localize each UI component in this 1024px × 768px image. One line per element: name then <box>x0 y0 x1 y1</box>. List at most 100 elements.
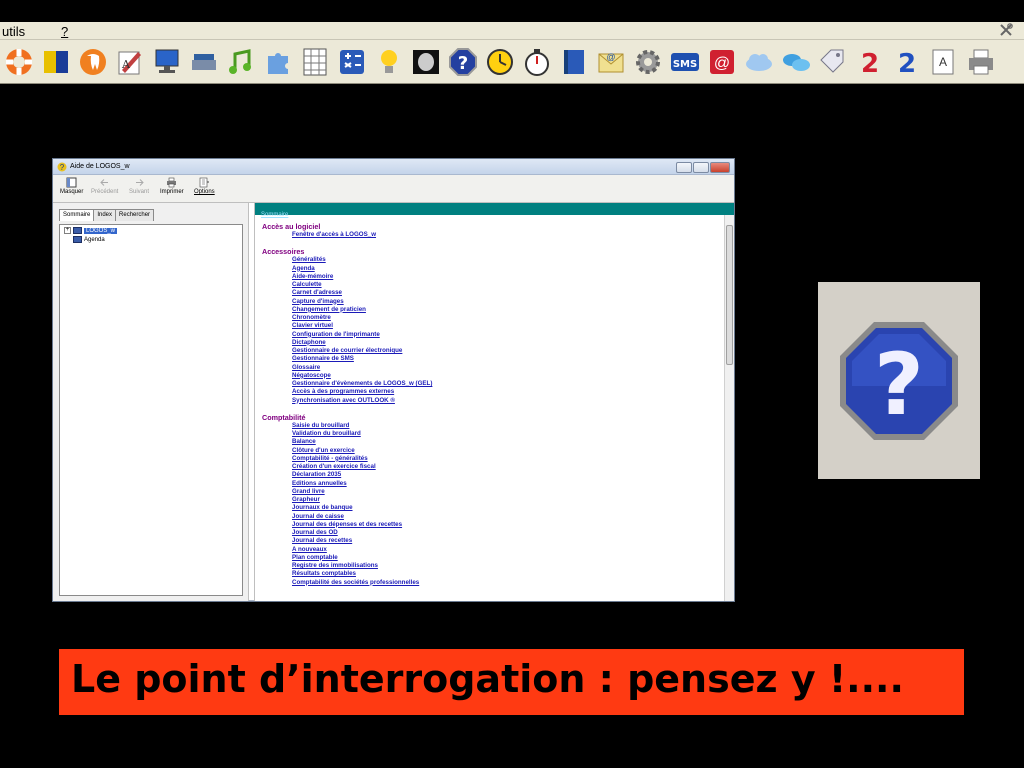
svg-text:?: ? <box>874 335 924 435</box>
topic-link[interactable]: Clavier virtuel <box>262 322 725 330</box>
topic-link[interactable]: Grapheur <box>262 496 725 504</box>
back-arrow-icon <box>100 179 109 186</box>
topic-link[interactable]: Saisie du brouillard <box>262 422 725 430</box>
topic-link[interactable]: Résultats comptables <box>262 570 725 578</box>
help-octagon-icon[interactable]: ? <box>446 44 479 80</box>
printer-icon[interactable] <box>964 44 997 80</box>
tab-search[interactable]: Rechercher <box>115 209 155 221</box>
app-menubar: utils ? <box>0 22 1024 40</box>
email-icon[interactable]: @ <box>594 44 627 80</box>
chat-bubbles-icon[interactable] <box>779 44 812 80</box>
topic-link[interactable]: Négatoscope <box>262 372 725 380</box>
scrollbar-thumb[interactable] <box>726 225 733 365</box>
svg-text:?: ? <box>60 163 65 172</box>
caption-text: Le point d’interrogation : pensez y !...… <box>71 657 904 701</box>
topic-link[interactable]: Comptabilité des sociétés professionnell… <box>262 579 725 587</box>
stopwatch-icon[interactable] <box>520 44 553 80</box>
expand-icon[interactable]: + <box>64 227 71 234</box>
svg-text:@: @ <box>606 52 615 62</box>
topic-link[interactable]: Grand livre <box>262 488 725 496</box>
scanner-icon[interactable] <box>187 44 220 80</box>
topic-link[interactable]: Fenêtre d'accès à LOGOS_w <box>262 231 725 239</box>
help-octagon-icon: ? <box>840 321 958 440</box>
tooth-icon[interactable] <box>76 44 109 80</box>
tools-close-icon[interactable] <box>998 22 1014 38</box>
maximize-button[interactable] <box>693 162 709 173</box>
print-button[interactable]: Imprimer <box>160 177 184 195</box>
topic-link[interactable]: Journal des OD <box>262 529 725 537</box>
lightbulb-icon[interactable] <box>372 44 405 80</box>
red-2-icon[interactable]: 2 <box>853 44 886 80</box>
sms-icon[interactable]: SMS <box>668 44 701 80</box>
topic-link[interactable]: Journaux de banque <box>262 504 725 512</box>
tab-index[interactable]: Index <box>93 209 117 221</box>
svg-text:A: A <box>121 58 131 71</box>
topic-link[interactable]: Journal de caisse <box>262 513 725 521</box>
topic-link[interactable]: Agenda <box>262 265 725 273</box>
topic-link[interactable]: Configuration de l'imprimante <box>262 331 725 339</box>
svg-text:A: A <box>938 55 946 69</box>
nav-tabs: Sommaire Index Rechercher <box>59 209 155 221</box>
tree-node-logos[interactable]: + LOGOS_w <box>64 227 118 234</box>
clock-icon[interactable] <box>483 44 516 80</box>
tree-node-agenda[interactable]: Agenda <box>73 236 105 243</box>
topic-link[interactable]: Carnet d'adresse <box>262 289 725 297</box>
music-note-icon[interactable] <box>224 44 257 80</box>
topic-link[interactable]: Création d'un exercice fiscal <box>262 463 725 471</box>
hide-pane-icon <box>66 177 77 188</box>
topic-link[interactable]: Plan comptable <box>262 554 725 562</box>
menu-outils[interactable]: utils <box>2 24 25 39</box>
lifebuoy-icon[interactable] <box>2 44 35 80</box>
topic-link[interactable]: Gestionnaire d'évènements de LOGOS_w (GE… <box>262 380 725 388</box>
forward-button[interactable]: Suivant <box>129 177 149 195</box>
hide-button[interactable]: Masquer <box>60 177 83 195</box>
topic-link[interactable]: Journal des dépenses et des recettes <box>262 521 725 529</box>
topic-link[interactable]: Journal des recettes <box>262 537 725 545</box>
tag-icon[interactable] <box>816 44 849 80</box>
topic-link[interactable]: Gestionnaire de courrier électronique <box>262 347 725 355</box>
topic-link[interactable]: Gestionnaire de SMS <box>262 355 725 363</box>
monitor-user-icon[interactable] <box>150 44 183 80</box>
topic-link[interactable]: Calculette <box>262 281 725 289</box>
letter-a-icon[interactable]: A <box>927 44 960 80</box>
back-button[interactable]: Précédent <box>91 177 118 195</box>
puzzle-icon[interactable] <box>261 44 294 80</box>
xray-icon[interactable] <box>409 44 442 80</box>
pen-doc-icon[interactable]: A <box>113 44 146 80</box>
topic-link[interactable]: Changement de praticien <box>262 306 725 314</box>
close-button[interactable] <box>710 162 730 173</box>
menu-help[interactable]: ? <box>61 24 68 39</box>
forward-arrow-icon <box>135 179 144 186</box>
topic-scrollbar[interactable] <box>724 215 734 601</box>
mail-at-icon[interactable]: @ <box>705 44 738 80</box>
topic-link[interactable]: Editions annuelles <box>262 480 725 488</box>
topic-link[interactable]: A nouveaux <box>262 546 725 554</box>
blue-2-icon[interactable]: 2 <box>890 44 923 80</box>
keyboard-grid-icon[interactable] <box>298 44 331 80</box>
tab-contents[interactable]: Sommaire <box>59 209 95 221</box>
big-help-icon-panel: ? <box>818 282 980 479</box>
topic-link[interactable]: Glossaire <box>262 364 725 372</box>
calculator-icon[interactable] <box>335 44 368 80</box>
topic-link[interactable]: Validation du brouillard <box>262 430 725 438</box>
topic-link[interactable]: Dictaphone <box>262 339 725 347</box>
minimize-button[interactable] <box>676 162 692 173</box>
help-toolbar: Masquer Précédent Suivant Imprimer Optio… <box>53 175 734 203</box>
topic-link[interactable]: Synchronisation avec OUTLOOK ® <box>262 397 725 405</box>
topic-link[interactable]: Chronomètre <box>262 314 725 322</box>
book-icon[interactable] <box>557 44 590 80</box>
topic-link[interactable]: Registre des immobilisations <box>262 562 725 570</box>
topic-link[interactable]: Généralités <box>262 256 725 264</box>
topic-section-title: Accès au logiciel <box>262 222 321 231</box>
topic-link[interactable]: Comptabilité - généralités <box>262 455 725 463</box>
topic-link[interactable]: Clôture d'un exercice <box>262 447 725 455</box>
options-button[interactable]: Options <box>194 177 215 195</box>
topic-link[interactable]: Aide-mémoire <box>262 273 725 281</box>
color-square-icon[interactable] <box>39 44 72 80</box>
gear-icon[interactable] <box>631 44 664 80</box>
topic-link[interactable]: Capture d'images <box>262 298 725 306</box>
topic-link[interactable]: Balance <box>262 438 725 446</box>
topic-link[interactable]: Accès à des programmes externes <box>262 388 725 396</box>
topic-link[interactable]: Déclaration 2035 <box>262 471 725 479</box>
cloud-icon[interactable] <box>742 44 775 80</box>
